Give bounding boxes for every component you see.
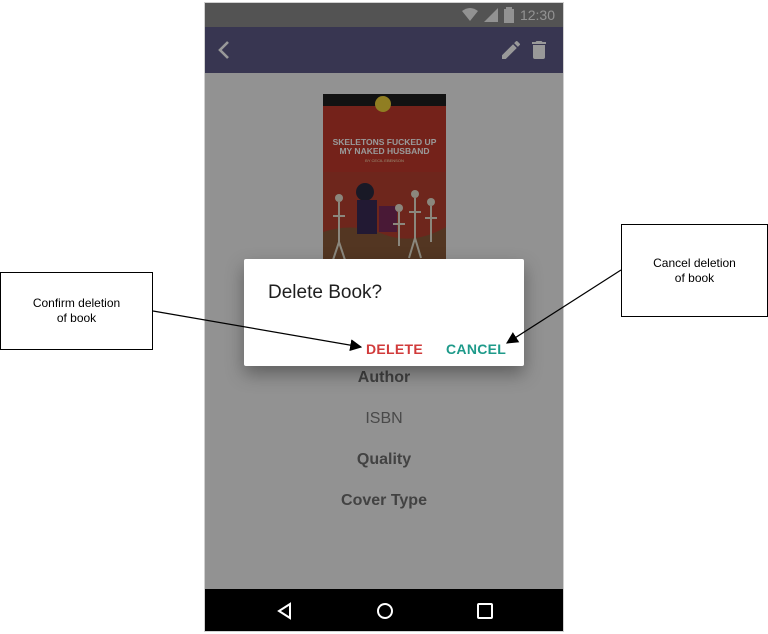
callout-confirm-deletion: Confirm deletion of book: [0, 272, 153, 350]
delete-book-dialog: Delete Book? DELETE CANCEL: [244, 259, 524, 366]
nav-back-icon[interactable]: [275, 601, 295, 621]
callout-cancel-deletion: Cancel deletion of book: [621, 224, 768, 317]
cancel-button[interactable]: CANCEL: [446, 341, 506, 357]
dialog-title: Delete Book?: [268, 282, 383, 303]
delete-button[interactable]: DELETE: [366, 341, 423, 357]
nav-recents-icon[interactable]: [475, 601, 495, 621]
navigation-bar: [205, 589, 563, 631]
nav-home-icon[interactable]: [375, 601, 395, 621]
